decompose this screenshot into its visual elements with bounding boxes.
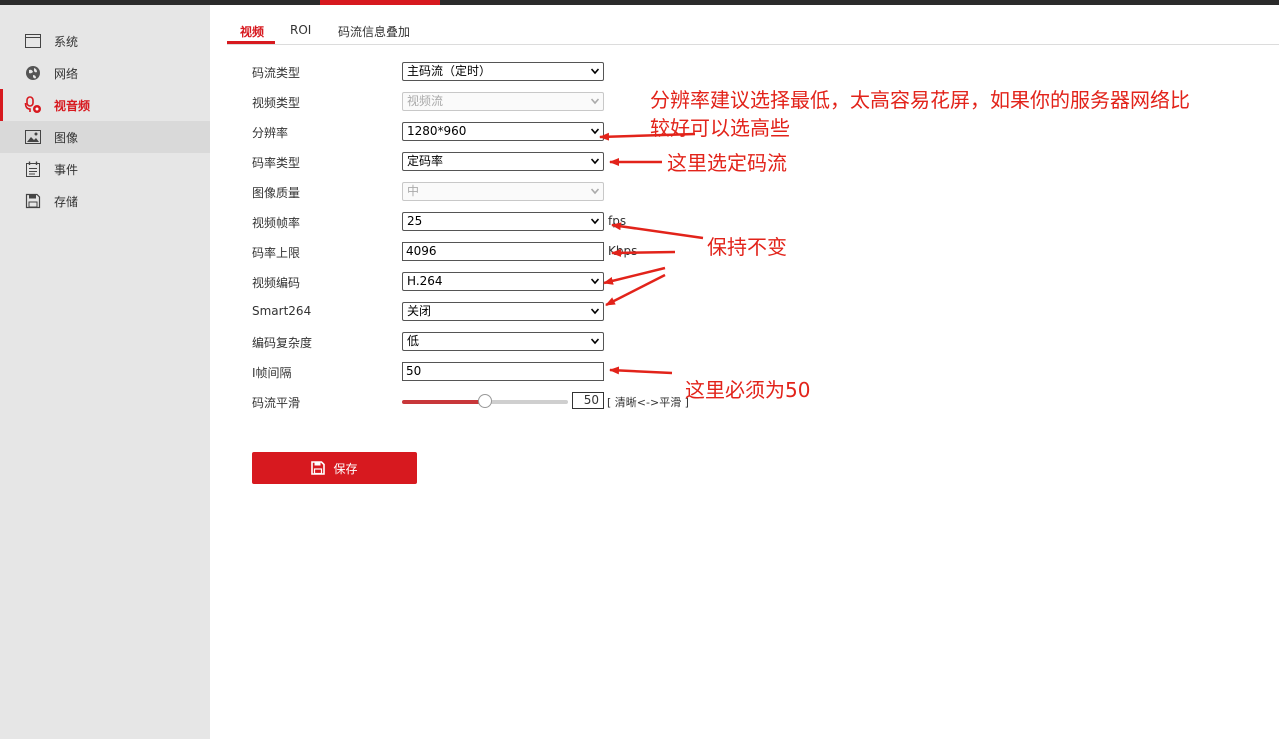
chevron-down-icon <box>591 278 599 285</box>
row-smart264: Smart264 关闭 <box>252 302 712 322</box>
select-value: 视频流 <box>407 94 444 108</box>
select-value: 1280*960 <box>407 124 467 138</box>
select-value: 定码率 <box>407 154 444 168</box>
chevron-down-icon <box>591 338 599 345</box>
smoothing-slider-handle[interactable] <box>478 394 492 408</box>
field-label: 图像质量 <box>252 186 301 200</box>
chevron-down-icon <box>591 158 599 165</box>
row-image-quality: 图像质量 中 <box>252 182 712 202</box>
video-encoding-select[interactable]: H.264 <box>402 272 604 291</box>
globe-icon <box>24 64 42 82</box>
frame-rate-select[interactable]: 25 <box>402 212 604 231</box>
select-value: 关闭 <box>407 304 432 318</box>
chevron-down-icon <box>591 188 599 195</box>
complexity-select[interactable]: 低 <box>402 332 604 351</box>
mic-settings-icon <box>24 96 42 114</box>
sidebar-item-label: 系统 <box>54 34 79 49</box>
row-smoothing: 码流平滑 50 [ 清晰<->平滑 ] <box>252 392 712 412</box>
smart264-select[interactable]: 关闭 <box>402 302 604 321</box>
sidebar: 系统 网络 视音频 图像 事件 存储 <box>0 5 210 739</box>
sidebar-item-system[interactable]: 系统 <box>0 25 210 57</box>
smoothing-value-input[interactable]: 50 <box>572 392 604 409</box>
annotation-keep-unchanged: 保持不变 <box>707 235 787 259</box>
field-label: Smart264 <box>252 304 312 318</box>
row-video-encoding: 视频编码 H.264 <box>252 272 712 292</box>
bitrate-type-select[interactable]: 定码率 <box>402 152 604 171</box>
select-value: 25 <box>407 214 423 228</box>
stream-type-select[interactable]: 主码流（定时） <box>402 62 604 81</box>
chevron-down-icon <box>591 308 599 315</box>
sidebar-item-label: 图像 <box>54 130 79 145</box>
field-label: 视频编码 <box>252 276 301 290</box>
row-video-type: 视频类型 视频流 <box>252 92 712 112</box>
save-button-label: 保存 <box>333 461 358 476</box>
top-bar-active-indicator <box>320 0 440 5</box>
smoothing-hint: [ 清晰<->平滑 ] <box>607 396 689 409</box>
slider-track-filled <box>402 400 485 404</box>
field-label: 码率上限 <box>252 246 301 260</box>
sidebar-item-network[interactable]: 网络 <box>0 57 210 89</box>
slider-track[interactable] <box>485 400 568 404</box>
sidebar-item-label: 视音频 <box>54 98 91 113</box>
tab-roi[interactable]: ROI <box>290 23 311 37</box>
row-bitrate-type: 码率类型 定码率 <box>252 152 712 172</box>
chevron-down-icon <box>591 98 599 105</box>
field-label: 视频类型 <box>252 96 301 110</box>
row-stream-type: 码流类型 主码流（定时） <box>252 62 712 82</box>
tab-bar: 视频 ROI 码流信息叠加 <box>227 14 1279 45</box>
window-icon <box>24 32 42 50</box>
select-value: H.264 <box>407 274 443 288</box>
row-resolution: 分辨率 1280*960 <box>252 122 712 142</box>
annotation-i-frame: 这里必须为50 <box>685 378 811 402</box>
tab-stream-info-overlay[interactable]: 码流信息叠加 <box>338 23 410 40</box>
max-bitrate-input[interactable]: 4096 <box>402 242 604 261</box>
image-icon <box>24 128 42 146</box>
tab-video[interactable]: 视频 <box>240 23 264 40</box>
field-label: 码率类型 <box>252 156 301 170</box>
annotation-bitrate-type: 这里选定码流 <box>667 151 787 175</box>
active-tab-indicator <box>227 41 275 44</box>
field-label: 分辨率 <box>252 126 289 140</box>
row-max-bitrate: 码率上限 4096 Kbps <box>252 242 712 262</box>
chevron-down-icon <box>591 218 599 225</box>
chevron-down-icon <box>591 68 599 75</box>
resolution-select[interactable]: 1280*960 <box>402 122 604 141</box>
sidebar-item-label: 事件 <box>54 162 79 177</box>
select-value: 中 <box>407 184 420 198</box>
chevron-down-icon <box>591 128 599 135</box>
floppy-icon <box>24 192 42 210</box>
field-label: 编码复杂度 <box>252 336 313 350</box>
annotation-resolution-line1: 分辨率建议选择最低，太高容易花屏，如果你的服务器网络比 <box>650 88 1190 112</box>
select-value: 低 <box>407 334 420 348</box>
video-type-select: 视频流 <box>402 92 604 111</box>
image-quality-select: 中 <box>402 182 604 201</box>
frame-rate-unit: fps <box>608 214 627 228</box>
sidebar-item-event[interactable]: 事件 <box>0 153 210 185</box>
calendar-icon <box>24 160 42 178</box>
sidebar-item-label: 存储 <box>54 194 79 209</box>
field-label: 视频帧率 <box>252 216 301 230</box>
field-label: I帧间隔 <box>252 366 292 380</box>
sidebar-item-audio-video[interactable]: 视音频 <box>0 89 210 121</box>
floppy-icon <box>311 461 326 475</box>
row-complexity: 编码复杂度 低 <box>252 332 712 352</box>
field-label: 码流平滑 <box>252 396 301 410</box>
sidebar-item-label: 网络 <box>54 66 79 81</box>
row-i-frame-interval: I帧间隔 50 <box>252 362 712 382</box>
sidebar-item-image[interactable]: 图像 <box>0 121 210 153</box>
max-bitrate-unit: Kbps <box>608 244 638 258</box>
field-label: 码流类型 <box>252 66 301 80</box>
save-button[interactable]: 保存 <box>252 452 417 484</box>
i-frame-interval-input[interactable]: 50 <box>402 362 604 381</box>
row-frame-rate: 视频帧率 25 fps <box>252 212 712 232</box>
select-value: 主码流（定时） <box>407 64 492 78</box>
annotation-resolution-line2: 较好可以选高些 <box>650 116 790 140</box>
sidebar-item-storage[interactable]: 存储 <box>0 185 210 217</box>
